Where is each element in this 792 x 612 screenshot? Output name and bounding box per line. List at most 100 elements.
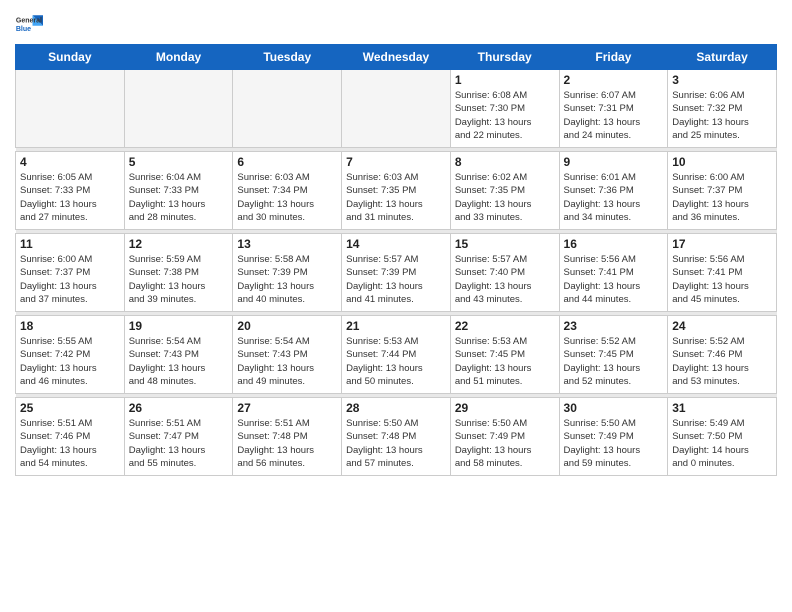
day-info: Sunrise: 5:57 AMSunset: 7:39 PMDaylight:… <box>346 253 446 306</box>
table-row <box>124 70 233 148</box>
table-row: 4 Sunrise: 6:05 AMSunset: 7:33 PMDaylight… <box>16 152 125 230</box>
day-info: Sunrise: 5:51 AMSunset: 7:46 PMDaylight:… <box>20 417 120 470</box>
day-number: 17 <box>672 237 772 251</box>
table-row: 18 Sunrise: 5:55 AMSunset: 7:42 PMDayligh… <box>16 316 125 394</box>
day-info: Sunrise: 5:52 AMSunset: 7:45 PMDaylight:… <box>564 335 664 388</box>
day-info: Sunrise: 6:03 AMSunset: 7:35 PMDaylight:… <box>346 171 446 224</box>
table-row: 27 Sunrise: 5:51 AMSunset: 7:48 PMDayligh… <box>233 398 342 476</box>
day-info: Sunrise: 5:52 AMSunset: 7:46 PMDaylight:… <box>672 335 772 388</box>
table-row: 30 Sunrise: 5:50 AMSunset: 7:49 PMDayligh… <box>559 398 668 476</box>
table-row: 12 Sunrise: 5:59 AMSunset: 7:38 PMDayligh… <box>124 234 233 312</box>
day-number: 18 <box>20 319 120 333</box>
day-info: Sunrise: 5:50 AMSunset: 7:49 PMDaylight:… <box>564 417 664 470</box>
day-info: Sunrise: 6:01 AMSunset: 7:36 PMDaylight:… <box>564 171 664 224</box>
page-header: General Blue <box>15 10 777 38</box>
day-number: 30 <box>564 401 664 415</box>
table-row: 26 Sunrise: 5:51 AMSunset: 7:47 PMDayligh… <box>124 398 233 476</box>
day-number: 31 <box>672 401 772 415</box>
day-number: 4 <box>20 155 120 169</box>
day-number: 25 <box>20 401 120 415</box>
day-number: 8 <box>455 155 555 169</box>
table-row: 5 Sunrise: 6:04 AMSunset: 7:33 PMDaylight… <box>124 152 233 230</box>
day-header-tuesday: Tuesday <box>233 45 342 70</box>
day-number: 26 <box>129 401 229 415</box>
day-number: 27 <box>237 401 337 415</box>
day-info: Sunrise: 6:05 AMSunset: 7:33 PMDaylight:… <box>20 171 120 224</box>
day-info: Sunrise: 5:50 AMSunset: 7:49 PMDaylight:… <box>455 417 555 470</box>
table-row <box>16 70 125 148</box>
day-info: Sunrise: 5:53 AMSunset: 7:45 PMDaylight:… <box>455 335 555 388</box>
svg-text:General: General <box>16 17 42 24</box>
table-row: 2Sunrise: 6:07 AMSunset: 7:31 PMDaylight… <box>559 70 668 148</box>
day-info: Sunrise: 6:00 AMSunset: 7:37 PMDaylight:… <box>20 253 120 306</box>
table-row: 15Sunrise: 5:57 AMSunset: 7:40 PMDayligh… <box>450 234 559 312</box>
day-number: 16 <box>564 237 664 251</box>
day-info: Sunrise: 5:54 AMSunset: 7:43 PMDaylight:… <box>129 335 229 388</box>
svg-text:Blue: Blue <box>16 26 31 33</box>
table-row: 22Sunrise: 5:53 AMSunset: 7:45 PMDayligh… <box>450 316 559 394</box>
day-number: 14 <box>346 237 446 251</box>
day-info: Sunrise: 5:58 AMSunset: 7:39 PMDaylight:… <box>237 253 337 306</box>
calendar-week-row: 25 Sunrise: 5:51 AMSunset: 7:46 PMDayligh… <box>16 398 777 476</box>
day-header-saturday: Saturday <box>668 45 777 70</box>
calendar-week-row: 1Sunrise: 6:08 AMSunset: 7:30 PMDaylight… <box>16 70 777 148</box>
day-number: 29 <box>455 401 555 415</box>
day-info: Sunrise: 6:04 AMSunset: 7:33 PMDaylight:… <box>129 171 229 224</box>
table-row: 9Sunrise: 6:01 AMSunset: 7:36 PMDaylight… <box>559 152 668 230</box>
table-row: 17 Sunrise: 5:56 AMSunset: 7:41 PMDayligh… <box>668 234 777 312</box>
table-row: 3 Sunrise: 6:06 AMSunset: 7:32 PMDaylight… <box>668 70 777 148</box>
table-row <box>233 70 342 148</box>
day-info: Sunrise: 5:51 AMSunset: 7:48 PMDaylight:… <box>237 417 337 470</box>
day-number: 7 <box>346 155 446 169</box>
table-row: 23 Sunrise: 5:52 AMSunset: 7:45 PMDayligh… <box>559 316 668 394</box>
day-info: Sunrise: 5:51 AMSunset: 7:47 PMDaylight:… <box>129 417 229 470</box>
day-info: Sunrise: 6:06 AMSunset: 7:32 PMDaylight:… <box>672 89 772 142</box>
day-header-sunday: Sunday <box>16 45 125 70</box>
day-number: 20 <box>237 319 337 333</box>
calendar-table: SundayMondayTuesdayWednesdayThursdayFrid… <box>15 44 777 476</box>
day-number: 12 <box>129 237 229 251</box>
day-number: 11 <box>20 237 120 251</box>
table-row: 19Sunrise: 5:54 AMSunset: 7:43 PMDayligh… <box>124 316 233 394</box>
day-info: Sunrise: 6:08 AMSunset: 7:30 PMDaylight:… <box>455 89 555 142</box>
table-row: 24 Sunrise: 5:52 AMSunset: 7:46 PMDayligh… <box>668 316 777 394</box>
day-header-thursday: Thursday <box>450 45 559 70</box>
table-row: 29 Sunrise: 5:50 AMSunset: 7:49 PMDayligh… <box>450 398 559 476</box>
day-number: 24 <box>672 319 772 333</box>
table-row: 13 Sunrise: 5:58 AMSunset: 7:39 PMDayligh… <box>233 234 342 312</box>
calendar-week-row: 4 Sunrise: 6:05 AMSunset: 7:33 PMDaylight… <box>16 152 777 230</box>
day-number: 23 <box>564 319 664 333</box>
logo: General Blue <box>15 10 43 38</box>
table-row: 16 Sunrise: 5:56 AMSunset: 7:41 PMDayligh… <box>559 234 668 312</box>
day-info: Sunrise: 5:50 AMSunset: 7:48 PMDaylight:… <box>346 417 446 470</box>
table-row: 20 Sunrise: 5:54 AMSunset: 7:43 PMDayligh… <box>233 316 342 394</box>
day-info: Sunrise: 6:02 AMSunset: 7:35 PMDaylight:… <box>455 171 555 224</box>
day-number: 2 <box>564 73 664 87</box>
table-row: 14 Sunrise: 5:57 AMSunset: 7:39 PMDayligh… <box>342 234 451 312</box>
day-number: 10 <box>672 155 772 169</box>
day-number: 28 <box>346 401 446 415</box>
day-info: Sunrise: 5:49 AMSunset: 7:50 PMDaylight:… <box>672 417 772 470</box>
day-header-wednesday: Wednesday <box>342 45 451 70</box>
day-number: 13 <box>237 237 337 251</box>
table-row: 10 Sunrise: 6:00 AMSunset: 7:37 PMDayligh… <box>668 152 777 230</box>
day-number: 3 <box>672 73 772 87</box>
day-info: Sunrise: 5:57 AMSunset: 7:40 PMDaylight:… <box>455 253 555 306</box>
day-info: Sunrise: 5:53 AMSunset: 7:44 PMDaylight:… <box>346 335 446 388</box>
day-info: Sunrise: 5:59 AMSunset: 7:38 PMDaylight:… <box>129 253 229 306</box>
table-row: 6Sunrise: 6:03 AMSunset: 7:34 PMDaylight… <box>233 152 342 230</box>
day-number: 5 <box>129 155 229 169</box>
day-info: Sunrise: 5:54 AMSunset: 7:43 PMDaylight:… <box>237 335 337 388</box>
day-number: 21 <box>346 319 446 333</box>
day-info: Sunrise: 5:56 AMSunset: 7:41 PMDaylight:… <box>672 253 772 306</box>
calendar-week-row: 18 Sunrise: 5:55 AMSunset: 7:42 PMDayligh… <box>16 316 777 394</box>
day-info: Sunrise: 5:55 AMSunset: 7:42 PMDaylight:… <box>20 335 120 388</box>
table-row: 8 Sunrise: 6:02 AMSunset: 7:35 PMDaylight… <box>450 152 559 230</box>
day-info: Sunrise: 5:56 AMSunset: 7:41 PMDaylight:… <box>564 253 664 306</box>
table-row: 25 Sunrise: 5:51 AMSunset: 7:46 PMDayligh… <box>16 398 125 476</box>
logo-icon: General Blue <box>15 10 43 38</box>
table-row: 7 Sunrise: 6:03 AMSunset: 7:35 PMDaylight… <box>342 152 451 230</box>
day-info: Sunrise: 6:00 AMSunset: 7:37 PMDaylight:… <box>672 171 772 224</box>
day-number: 6 <box>237 155 337 169</box>
table-row <box>342 70 451 148</box>
